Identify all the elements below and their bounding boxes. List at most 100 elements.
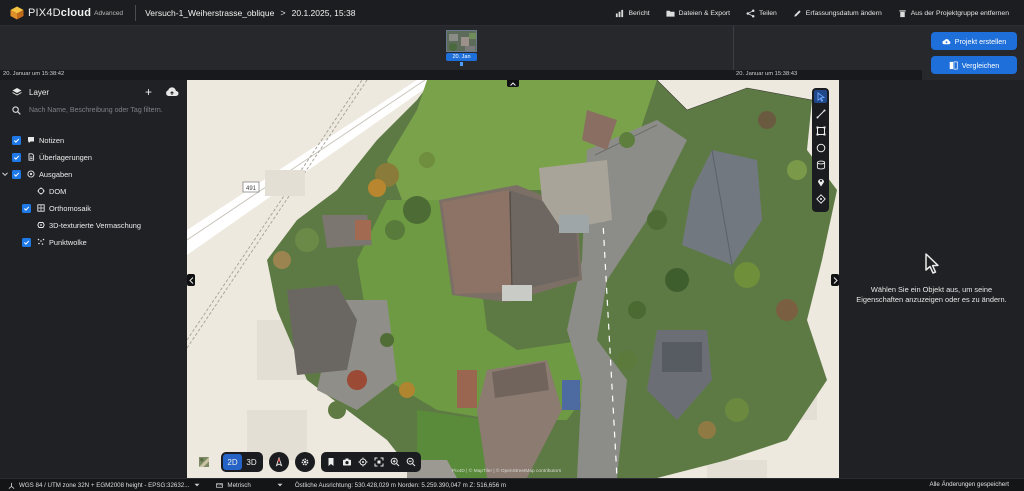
- change-capture-date-button[interactable]: Erfassungsdatum ändern: [793, 9, 882, 18]
- layer-item-notes[interactable]: Notizen: [12, 133, 64, 147]
- target-tool[interactable]: [814, 192, 827, 205]
- pencil-icon: [794, 9, 801, 17]
- files-export-button[interactable]: Dateien & Export: [666, 9, 730, 18]
- pointer-icon: [817, 91, 825, 102]
- timeline-marker: [460, 62, 463, 66]
- marker-tool[interactable]: [814, 175, 827, 188]
- polygon-tool[interactable]: [814, 124, 827, 137]
- collapse-timeline-toggle[interactable]: [507, 80, 519, 87]
- add-layer-button[interactable]: +: [145, 86, 152, 98]
- map-pin-icon: [817, 178, 824, 186]
- cursor-coordinates: Östliche Ausrichtung: 530.428,029 m Nord…: [294, 481, 507, 489]
- search-placeholder: Nach Name, Beschreibung oder Tag filtern…: [29, 107, 163, 114]
- top-bar: PIX4Dcloud Advanced Versuch-1_Weiherstra…: [0, 0, 1024, 26]
- camera-icon: [343, 458, 351, 466]
- locate-button[interactable]: [355, 454, 371, 470]
- checkbox-checked[interactable]: [22, 203, 31, 213]
- screenshot-button[interactable]: [339, 454, 355, 470]
- timeline-thumbnail[interactable]: [446, 30, 477, 52]
- compass-icon: [275, 457, 283, 467]
- timeline-start-label: 20. Januar um 15:38:42: [3, 71, 65, 77]
- collapse-left-panel-toggle[interactable]: [187, 274, 195, 286]
- map-viewport[interactable]: 491 2D 3D Pix4D | © MapTiler | © OpenStr…: [187, 80, 839, 478]
- caret-down-icon: [277, 483, 283, 487]
- timeline-date-chip[interactable]: 20. Jan: [446, 53, 477, 61]
- compare-icon: [949, 61, 958, 69]
- orthomosaic-icon: [37, 204, 45, 212]
- overlay-icon: [27, 153, 35, 161]
- project-actions: Projekt erstellen Vergleichen: [922, 26, 1024, 80]
- circle-icon: [816, 143, 825, 152]
- locate-icon: [358, 457, 368, 467]
- layer-search[interactable]: Nach Name, Beschreibung oder Tag filtern…: [12, 106, 182, 115]
- crosshair-icon: [815, 193, 826, 204]
- layer-item-dsm[interactable]: DOM: [22, 184, 66, 198]
- report-button[interactable]: Bericht: [615, 9, 650, 18]
- caret-down-icon: [194, 483, 200, 487]
- circle-tool[interactable]: [814, 141, 827, 154]
- layer-item-orthomosaic[interactable]: Orthomosaik: [22, 201, 91, 215]
- checkbox-unchecked[interactable]: [22, 187, 31, 196]
- bookmark-button[interactable]: [323, 454, 339, 470]
- outputs-icon: [27, 170, 35, 178]
- project-name[interactable]: Versuch-1_Weiherstrasse_oblique: [145, 8, 274, 18]
- fullscreen-icon: [374, 457, 384, 467]
- map-bottom-controls: 2D 3D: [195, 452, 427, 472]
- remove-from-group-button[interactable]: Aus der Projektgruppe entfernen: [898, 9, 1009, 18]
- mode-2d-button[interactable]: 2D: [223, 454, 242, 470]
- layer-item-pointcloud[interactable]: Punktwolke: [22, 235, 87, 249]
- mesh-icon: [37, 221, 45, 229]
- layers-title: Layer: [29, 87, 50, 97]
- fit-view-button[interactable]: [371, 454, 387, 470]
- orthomosaic-map[interactable]: 491: [187, 80, 839, 478]
- ruler-icon: [216, 482, 224, 488]
- project-date[interactable]: 20.1.2025, 15:38: [292, 8, 356, 18]
- layer-item-outputs[interactable]: Ausgaben: [1, 167, 72, 181]
- measurement-toolbar: [812, 88, 829, 212]
- polyline-tool[interactable]: [814, 107, 827, 120]
- folder-icon: [666, 10, 675, 17]
- share-button[interactable]: Teilen: [746, 9, 777, 18]
- create-project-button[interactable]: Projekt erstellen: [931, 32, 1017, 50]
- save-status: Alle Änderungen gespeichert: [929, 481, 1009, 488]
- zoom-out-button[interactable]: [403, 454, 419, 470]
- checkbox-checked[interactable]: [22, 237, 31, 247]
- polygon-icon: [816, 126, 825, 135]
- zoom-in-button[interactable]: [387, 454, 403, 470]
- coordinate-axes-icon: [8, 482, 15, 489]
- road-number-label: 491: [246, 186, 257, 192]
- basemap-switcher[interactable]: [195, 453, 213, 471]
- layer-item-overlays[interactable]: Überlagerungen: [12, 150, 92, 164]
- volume-tool[interactable]: [814, 158, 827, 171]
- collapse-right-panel-toggle[interactable]: [831, 274, 839, 286]
- properties-hint: Wählen Sie ein Objekt aus, um seine Eige…: [856, 285, 1007, 304]
- map-attribution[interactable]: Pix4D | © MapTiler | © OpenStreetMap con…: [452, 469, 561, 474]
- brand-edition: Advanced: [94, 10, 124, 17]
- mode-3d-button[interactable]: 3D: [242, 454, 261, 470]
- chevron-down-icon[interactable]: [1, 170, 9, 178]
- gear-icon: [301, 458, 309, 466]
- compass-button[interactable]: [269, 452, 289, 472]
- select-tool[interactable]: [814, 90, 827, 103]
- basemap-thumbnail-icon: [199, 457, 209, 467]
- app-logo[interactable]: PIX4Dcloud Advanced: [10, 0, 123, 26]
- view-mode-toggle: 2D 3D: [221, 452, 263, 472]
- checkbox-unchecked[interactable]: [22, 221, 31, 230]
- crs-selector[interactable]: WGS 84 / UTM zone 32N + EGM2008 height -…: [8, 482, 204, 489]
- timeline-end-label: 20. Januar um 15:38:43: [736, 71, 798, 77]
- units-selector[interactable]: Metrisch: [216, 482, 286, 489]
- capture-timeline[interactable]: 20. Jan 20. Januar um 15:38:42 20. Janua…: [0, 26, 922, 80]
- settings-button[interactable]: [295, 452, 315, 472]
- share-icon: [746, 9, 755, 17]
- cloud-upload-icon: [942, 38, 951, 44]
- layer-item-mesh[interactable]: 3D-texturierte Vermaschung: [22, 218, 141, 232]
- zoom-out-icon: [406, 457, 416, 467]
- pix4d-logo-icon: [10, 6, 24, 19]
- cloud-upload-icon[interactable]: [165, 86, 179, 98]
- pointcloud-icon: [37, 238, 45, 246]
- checkbox-checked[interactable]: [12, 152, 21, 162]
- compare-button[interactable]: Vergleichen: [931, 56, 1017, 74]
- properties-panel: Wählen Sie ein Objekt aus, um seine Eige…: [839, 80, 1024, 478]
- checkbox-checked[interactable]: [12, 135, 21, 145]
- checkbox-checked[interactable]: [12, 169, 21, 179]
